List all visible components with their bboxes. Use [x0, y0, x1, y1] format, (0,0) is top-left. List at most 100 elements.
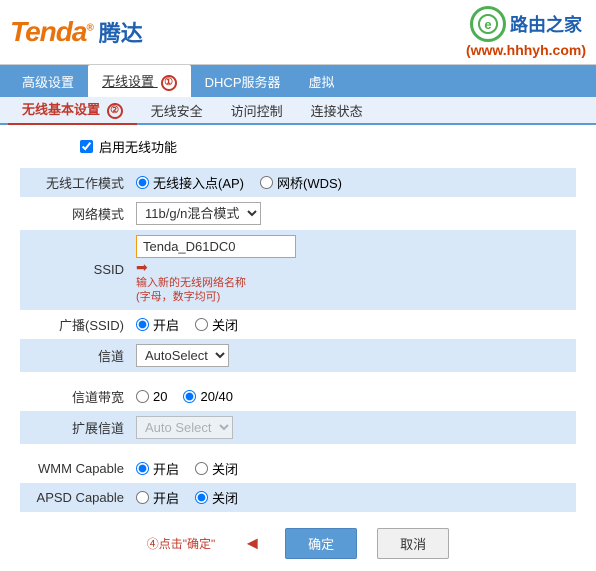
- ssid-label: SSID: [20, 230, 130, 310]
- table-row-apsd: APSD Capable 开启 关闭: [20, 483, 576, 512]
- bandwidth-label: 信道带宽: [20, 382, 130, 411]
- broadcast-off-label[interactable]: 关闭: [195, 315, 238, 334]
- subnav-item-access[interactable]: 访问控制: [217, 97, 297, 124]
- broadcast-on-radio[interactable]: [136, 318, 149, 331]
- ext-channel-select[interactable]: Auto Select: [136, 416, 233, 439]
- wmm-off-radio[interactable]: [195, 462, 208, 475]
- wmm-value: 开启 关闭: [130, 454, 576, 483]
- annotation-circle-2: ②: [107, 103, 123, 119]
- section-divider: [20, 372, 576, 382]
- table-row-wmm: WMM Capable 开启 关闭: [20, 454, 576, 483]
- confirm-button[interactable]: 确定: [285, 528, 357, 559]
- annotation-circle-1: ①: [161, 75, 177, 91]
- svg-text:e: e: [484, 17, 491, 32]
- luyou-logo: e 路由之家: [470, 6, 582, 42]
- click-hint-text: ④点击"确定": [147, 535, 216, 552]
- main-content: 启用无线功能 无线工作模式 无线接入点(AP) 网桥(WDS): [0, 125, 596, 571]
- broadcast-off-text: 关闭: [212, 315, 238, 334]
- ssid-annotation: ➡ 输入新的无线网络名称 (字母，数字均可): [136, 258, 570, 305]
- mode-value: 无线接入点(AP) 网桥(WDS): [130, 168, 576, 197]
- enable-wifi-label[interactable]: 启用无线功能: [99, 137, 177, 156]
- mode-wds-radio[interactable]: [260, 176, 273, 189]
- subnav-basic-label: 无线基本设置: [22, 102, 100, 117]
- header: Tenda® 腾达 e 路由之家 (www.hhhyh.com): [0, 0, 596, 65]
- broadcast-value: 开启 关闭: [130, 310, 576, 339]
- nav-item-advanced[interactable]: 高级设置: [8, 66, 88, 97]
- table-row-bandwidth: 信道带宽 20 20/40: [20, 382, 576, 411]
- cancel-button[interactable]: 取消: [377, 528, 449, 559]
- nav-bar: 高级设置 无线设置 ① DHCP服务器 虚拟: [0, 65, 596, 97]
- table-row-channel: 信道 AutoSelect 1 6 11: [20, 339, 576, 372]
- wmm-off-text: 关闭: [212, 459, 238, 478]
- ssid-annotation-text1: 输入新的无线网络名称: [136, 276, 570, 290]
- ssid-arrow-icon: ➡: [136, 258, 568, 276]
- apsd-label: APSD Capable: [20, 483, 130, 512]
- ssid-input[interactable]: [136, 235, 296, 258]
- table-row-mode: 无线工作模式 无线接入点(AP) 网桥(WDS): [20, 168, 576, 197]
- luyou-text: 路由之家: [510, 11, 582, 37]
- logo-chinese: 腾达: [99, 16, 143, 48]
- broadcast-on-label[interactable]: 开启: [136, 315, 179, 334]
- ext-channel-label: 扩展信道: [20, 411, 130, 444]
- enable-wifi-checkbox[interactable]: [80, 140, 93, 153]
- apsd-off-text: 关闭: [212, 488, 238, 507]
- luyou-circle-icon: e: [470, 6, 506, 42]
- bandwidth-2040-text: 20/40: [200, 389, 233, 404]
- confirm-arrow-icon: ◄: [243, 533, 261, 554]
- channel-select[interactable]: AutoSelect 1 6 11: [136, 344, 229, 367]
- btn-row: ④点击"确定" ◄ 确定 取消: [20, 528, 576, 559]
- wmm-off-label[interactable]: 关闭: [195, 459, 238, 478]
- nav-wireless-label: 无线设置: [102, 74, 154, 89]
- subnav-item-basic[interactable]: 无线基本设置 ②: [8, 95, 137, 125]
- header-right: e 路由之家 (www.hhhyh.com): [466, 6, 586, 58]
- apsd-off-radio[interactable]: [195, 491, 208, 504]
- bandwidth-2040-radio[interactable]: [183, 390, 196, 403]
- mode-ap-radio[interactable]: [136, 176, 149, 189]
- nav-item-wireless[interactable]: 无线设置 ①: [88, 65, 191, 97]
- bandwidth-20-radio[interactable]: [136, 390, 149, 403]
- mode-wds-text: 网桥(WDS): [277, 173, 342, 192]
- apsd-off-label[interactable]: 关闭: [195, 488, 238, 507]
- logo-tenda: Tenda®: [10, 16, 93, 48]
- mode-label: 无线工作模式: [20, 168, 130, 197]
- wmm-on-label[interactable]: 开启: [136, 459, 179, 478]
- bandwidth-20-label[interactable]: 20: [136, 389, 167, 404]
- logo-reg: ®: [86, 23, 92, 34]
- broadcast-label: 广播(SSID): [20, 310, 130, 339]
- bandwidth-2040-label[interactable]: 20/40: [183, 389, 233, 404]
- apsd-on-radio[interactable]: [136, 491, 149, 504]
- wmm-label: WMM Capable: [20, 454, 130, 483]
- mode-radio-group: 无线接入点(AP) 网桥(WDS): [136, 173, 570, 192]
- table-row-ssid: SSID ➡ 输入新的无线网络名称 (字母，数字均可): [20, 230, 576, 310]
- section-divider-2: [20, 444, 576, 454]
- logo-en-text: Tenda: [10, 16, 86, 47]
- form-table: 无线工作模式 无线接入点(AP) 网桥(WDS) 网络模式: [20, 168, 576, 512]
- subnav-item-security[interactable]: 无线安全: [137, 97, 217, 124]
- channel-label: 信道: [20, 339, 130, 372]
- sub-nav: 无线基本设置 ② 无线安全 访问控制 连接状态: [0, 97, 596, 125]
- nav-item-virtual[interactable]: 虚拟: [295, 66, 349, 97]
- apsd-radio-group: 开启 关闭: [136, 488, 570, 507]
- ext-channel-value: Auto Select: [130, 411, 576, 444]
- header-left: Tenda® 腾达: [10, 16, 466, 48]
- apsd-on-text: 开启: [153, 488, 179, 507]
- wmm-on-radio[interactable]: [136, 462, 149, 475]
- broadcast-off-radio[interactable]: [195, 318, 208, 331]
- bandwidth-20-text: 20: [153, 389, 167, 404]
- table-row-network-mode: 网络模式 11b/g/n混合模式: [20, 197, 576, 230]
- network-mode-select[interactable]: 11b/g/n混合模式: [136, 202, 261, 225]
- apsd-value: 开启 关闭: [130, 483, 576, 512]
- table-row-ext-channel: 扩展信道 Auto Select: [20, 411, 576, 444]
- broadcast-on-text: 开启: [153, 315, 179, 334]
- bandwidth-radio-group: 20 20/40: [136, 389, 570, 404]
- apsd-on-label[interactable]: 开启: [136, 488, 179, 507]
- subnav-item-status[interactable]: 连接状态: [297, 97, 377, 124]
- network-mode-value: 11b/g/n混合模式: [130, 197, 576, 230]
- nav-item-dhcp[interactable]: DHCP服务器: [191, 66, 295, 97]
- mode-ap-label[interactable]: 无线接入点(AP): [136, 173, 244, 192]
- mode-wds-label[interactable]: 网桥(WDS): [260, 173, 342, 192]
- table-row-broadcast: 广播(SSID) 开启 关闭: [20, 310, 576, 339]
- bandwidth-value: 20 20/40: [130, 382, 576, 411]
- broadcast-radio-group: 开启 关闭: [136, 315, 570, 334]
- wmm-on-text: 开启: [153, 459, 179, 478]
